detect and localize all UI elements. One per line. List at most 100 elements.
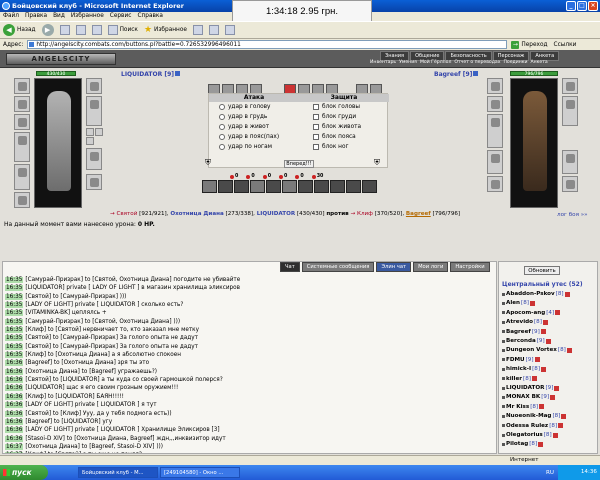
menu-view[interactable]: Вид: [53, 12, 65, 21]
user-list-item[interactable]: LIQUIDATOR [9]: [502, 385, 560, 391]
subnav-anketa[interactable]: Анкета: [530, 60, 547, 65]
slot-necklace[interactable]: [14, 114, 30, 130]
tab-elin-chat[interactable]: Элин чат: [376, 262, 412, 272]
defense-option-chest[interactable]: блок груди: [313, 114, 356, 120]
slot-ring-1[interactable]: [86, 128, 94, 136]
slot-belt-right[interactable]: [487, 176, 503, 192]
forward-button[interactable]: ▶: [41, 24, 54, 36]
defense-option-head[interactable]: блок головы: [313, 104, 360, 110]
user-list-item[interactable]: Atrevido [8]: [502, 319, 548, 325]
user-list-item[interactable]: Abaddon-Pskov [8]: [502, 291, 570, 297]
chat-message[interactable]: [Клиф] to [Охотница Диана] а я абсолютно…: [25, 352, 181, 358]
home-icon[interactable]: [91, 25, 102, 35]
menu-file[interactable]: Файл: [3, 12, 19, 21]
private-icon[interactable]: [502, 311, 505, 315]
info-icon[interactable]: [473, 71, 479, 76]
private-icon[interactable]: [502, 395, 505, 399]
chat-message[interactable]: [Святой] to [Самурай-Призрак] За голого …: [25, 344, 198, 350]
team1-player-3[interactable]: LIQUIDATOR: [257, 211, 295, 217]
back-button[interactable]: ◀ Назад: [3, 24, 36, 36]
user-list-item[interactable]: Apocom-ang [4]: [502, 310, 561, 316]
slot-belt[interactable]: [14, 192, 30, 208]
close-button[interactable]: ×: [588, 1, 598, 11]
user-list-item[interactable]: Alen [8]: [502, 300, 535, 306]
user-list-item[interactable]: himick-I [8]: [502, 366, 547, 372]
skill-icon[interactable]: [266, 180, 281, 193]
private-icon[interactable]: [502, 339, 505, 343]
private-icon[interactable]: [502, 386, 505, 390]
slot-armor[interactable]: [14, 164, 30, 190]
right-player-name[interactable]: Bagreef [9]: [434, 71, 479, 78]
private-icon[interactable]: [502, 405, 505, 409]
defense-option-belly[interactable]: блок живота: [313, 124, 361, 130]
chat-message[interactable]: [Bagreef] to [Охотница Диана] зря ты это: [25, 360, 149, 366]
menu-tools[interactable]: Сервис: [110, 12, 132, 21]
maximize-button[interactable]: □: [577, 1, 587, 11]
user-list-item[interactable]: Nuoeonik-Mag [8]: [502, 413, 567, 419]
attack-option-waist[interactable]: удар в пояс(пах): [219, 134, 279, 140]
tab-chat[interactable]: Чат: [280, 262, 300, 272]
address-input[interactable]: http://angelscity.combats.com/buttons.pl…: [27, 40, 508, 49]
subnav-inventory[interactable]: Инвентарь: [370, 60, 396, 65]
skill-icon[interactable]: [314, 180, 329, 193]
stop-icon[interactable]: [59, 25, 70, 35]
chat-message[interactable]: [Клиф] to [Святой] нервничает то, кто за…: [25, 327, 199, 333]
user-list-item[interactable]: Berconda [9]: [502, 338, 551, 344]
chat-message[interactable]: [Stasoi-D XIV] to [Охотница Диана, Bagre…: [25, 436, 225, 442]
private-icon[interactable]: [502, 377, 505, 381]
slot-leggings-right[interactable]: [562, 150, 578, 174]
skill-icon[interactable]: [250, 180, 265, 193]
slot-gloves-right[interactable]: [562, 78, 578, 94]
slot-ring-3[interactable]: [86, 137, 94, 145]
user-list-item[interactable]: Odessa Rulez [8]: [502, 423, 564, 429]
private-icon[interactable]: [502, 442, 505, 446]
chat-message[interactable]: [Святой] to [Клиф] Ууу, да у тебя подмог…: [25, 411, 171, 417]
team2-player-1[interactable]: Клиф: [357, 211, 373, 217]
slot-shield[interactable]: [86, 96, 102, 126]
slot-weapon[interactable]: [14, 132, 30, 162]
go-button[interactable]: → Переход: [511, 40, 548, 49]
user-list-item[interactable]: Bagreef [9]: [502, 329, 546, 335]
slot-helmet-right[interactable]: [487, 78, 503, 94]
favorites-button[interactable]: ★ Избранное: [144, 25, 187, 35]
chat-message[interactable]: [Охотница Диана] to [Bagreef] угражаешь?…: [25, 369, 157, 375]
battle-log-link[interactable]: лог боя »»: [557, 212, 588, 218]
tab-system[interactable]: Системные сообщения: [301, 262, 375, 272]
slot-ring-2[interactable]: [95, 128, 103, 136]
chat-message[interactable]: [Самурай-Призрак] to [Святой, Охотница Д…: [25, 319, 180, 325]
tab-settings[interactable]: Настройки: [450, 262, 490, 272]
skill-icon[interactable]: [234, 180, 249, 193]
skill-icon[interactable]: [218, 180, 233, 193]
private-icon[interactable]: [502, 414, 505, 418]
print-icon[interactable]: [224, 25, 235, 35]
defense-option-waist[interactable]: блок пояса: [313, 134, 356, 140]
user-list-item[interactable]: MONAX BK [9]: [502, 394, 556, 400]
slot-boots-right[interactable]: [562, 176, 578, 192]
slot-shield-right[interactable]: [562, 96, 578, 126]
subnav-girlpol[interactable]: Мой Гёрлпол: [420, 60, 451, 65]
slot-boots[interactable]: [86, 174, 102, 190]
private-icon[interactable]: [502, 348, 505, 352]
slot-weapon-right[interactable]: [487, 114, 503, 148]
skill-icon[interactable]: [346, 180, 361, 193]
team1-player-1[interactable]: Святой: [116, 211, 137, 217]
slot-earring[interactable]: [14, 96, 30, 112]
skill-icon[interactable]: [298, 180, 313, 193]
chat-message[interactable]: [Клиф] to [Святой] а ты еще не понял?: [25, 452, 142, 453]
task-window[interactable]: [249104580] - Окно ...: [160, 467, 240, 478]
chat-message[interactable]: [Bagreef] to [LIQUIDATOR] угу: [25, 419, 112, 425]
menu-help[interactable]: Справка: [137, 12, 163, 21]
skill-icon[interactable]: [330, 180, 345, 193]
user-list-item[interactable]: Pilotag [8]: [502, 441, 544, 447]
history-icon[interactable]: [192, 25, 203, 35]
chat-message[interactable]: [LIQUIDATOR] private [ LADY OF LIGHT ] в…: [25, 285, 240, 291]
info-icon[interactable]: [175, 71, 180, 76]
task-browser[interactable]: Бойцовский клуб - M...: [78, 467, 158, 478]
chat-message[interactable]: [Святой] to [Самурай-Призрак] За голого …: [25, 335, 198, 341]
chat-message[interactable]: [LADY OF LIGHT] private [ LIQUIDATOR ] с…: [25, 302, 183, 308]
subnav-skills[interactable]: Умения: [399, 60, 417, 65]
tab-my-logs[interactable]: Мои логи: [413, 262, 449, 272]
private-icon[interactable]: [502, 367, 505, 371]
refresh-button[interactable]: Обновить: [524, 266, 560, 275]
chat-message[interactable]: [Клиф] to [LIQUIDATOR] БАЯН!!!!!: [25, 394, 123, 400]
